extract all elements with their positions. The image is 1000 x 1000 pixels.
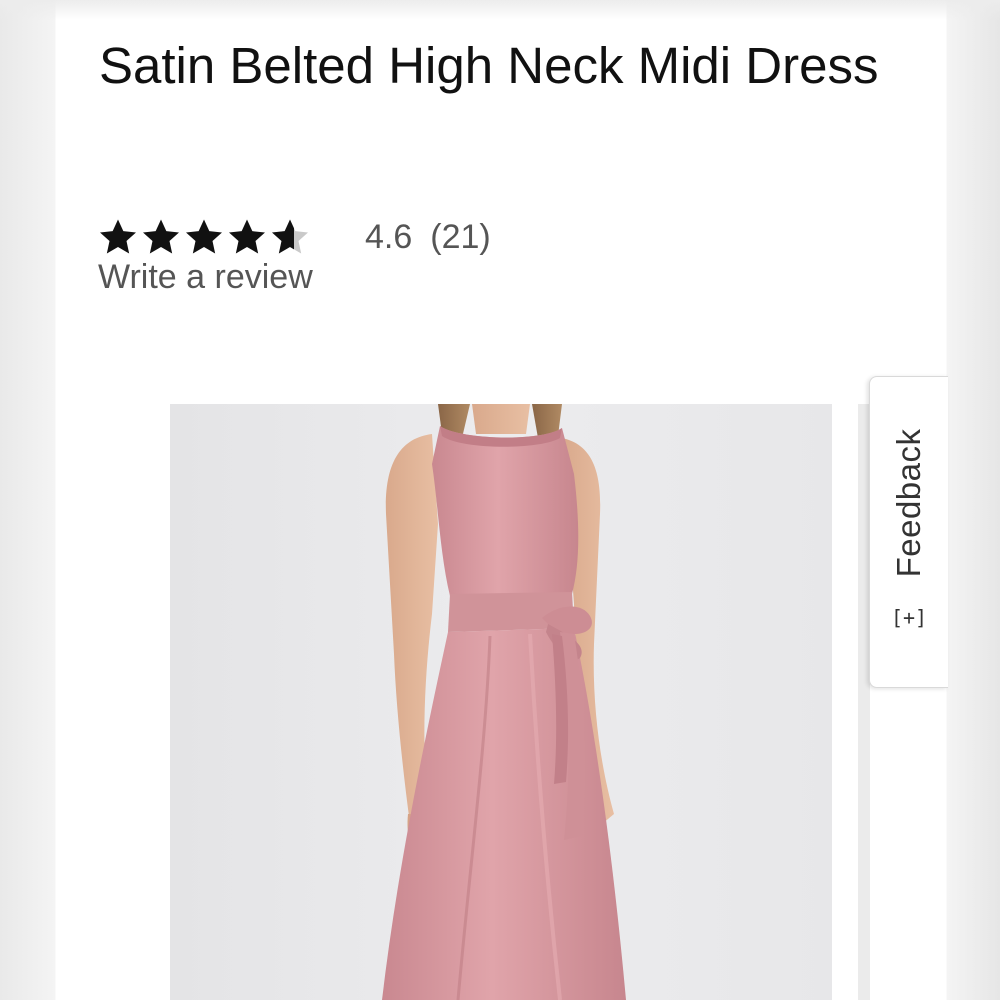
feedback-tab[interactable]: [+] Feedback [869, 376, 948, 688]
write-review-link[interactable]: Write a review [98, 258, 313, 297]
dress-model-illustration [382, 404, 626, 1000]
feedback-expand-icon: [+] [890, 605, 928, 630]
review-count[interactable]: (21) [430, 218, 490, 257]
page-frame: Satin Belted High Neck Midi Dress 4.6 (2… [0, 0, 1000, 1000]
product-title: Satin Belted High Neck Midi Dress [99, 37, 879, 94]
rating-value: 4.6 [365, 217, 413, 256]
star-icon [100, 219, 136, 254]
top-shadow [0, 0, 1000, 20]
rating-row[interactable]: 4.6 (21) [98, 212, 491, 262]
star-icon [186, 219, 222, 254]
star-rating [98, 217, 353, 257]
star-icon [143, 219, 179, 254]
product-image[interactable] [170, 404, 832, 1000]
star-icon [229, 219, 265, 254]
feedback-label: Feedback [890, 428, 927, 578]
partial-star-icon [272, 219, 308, 254]
